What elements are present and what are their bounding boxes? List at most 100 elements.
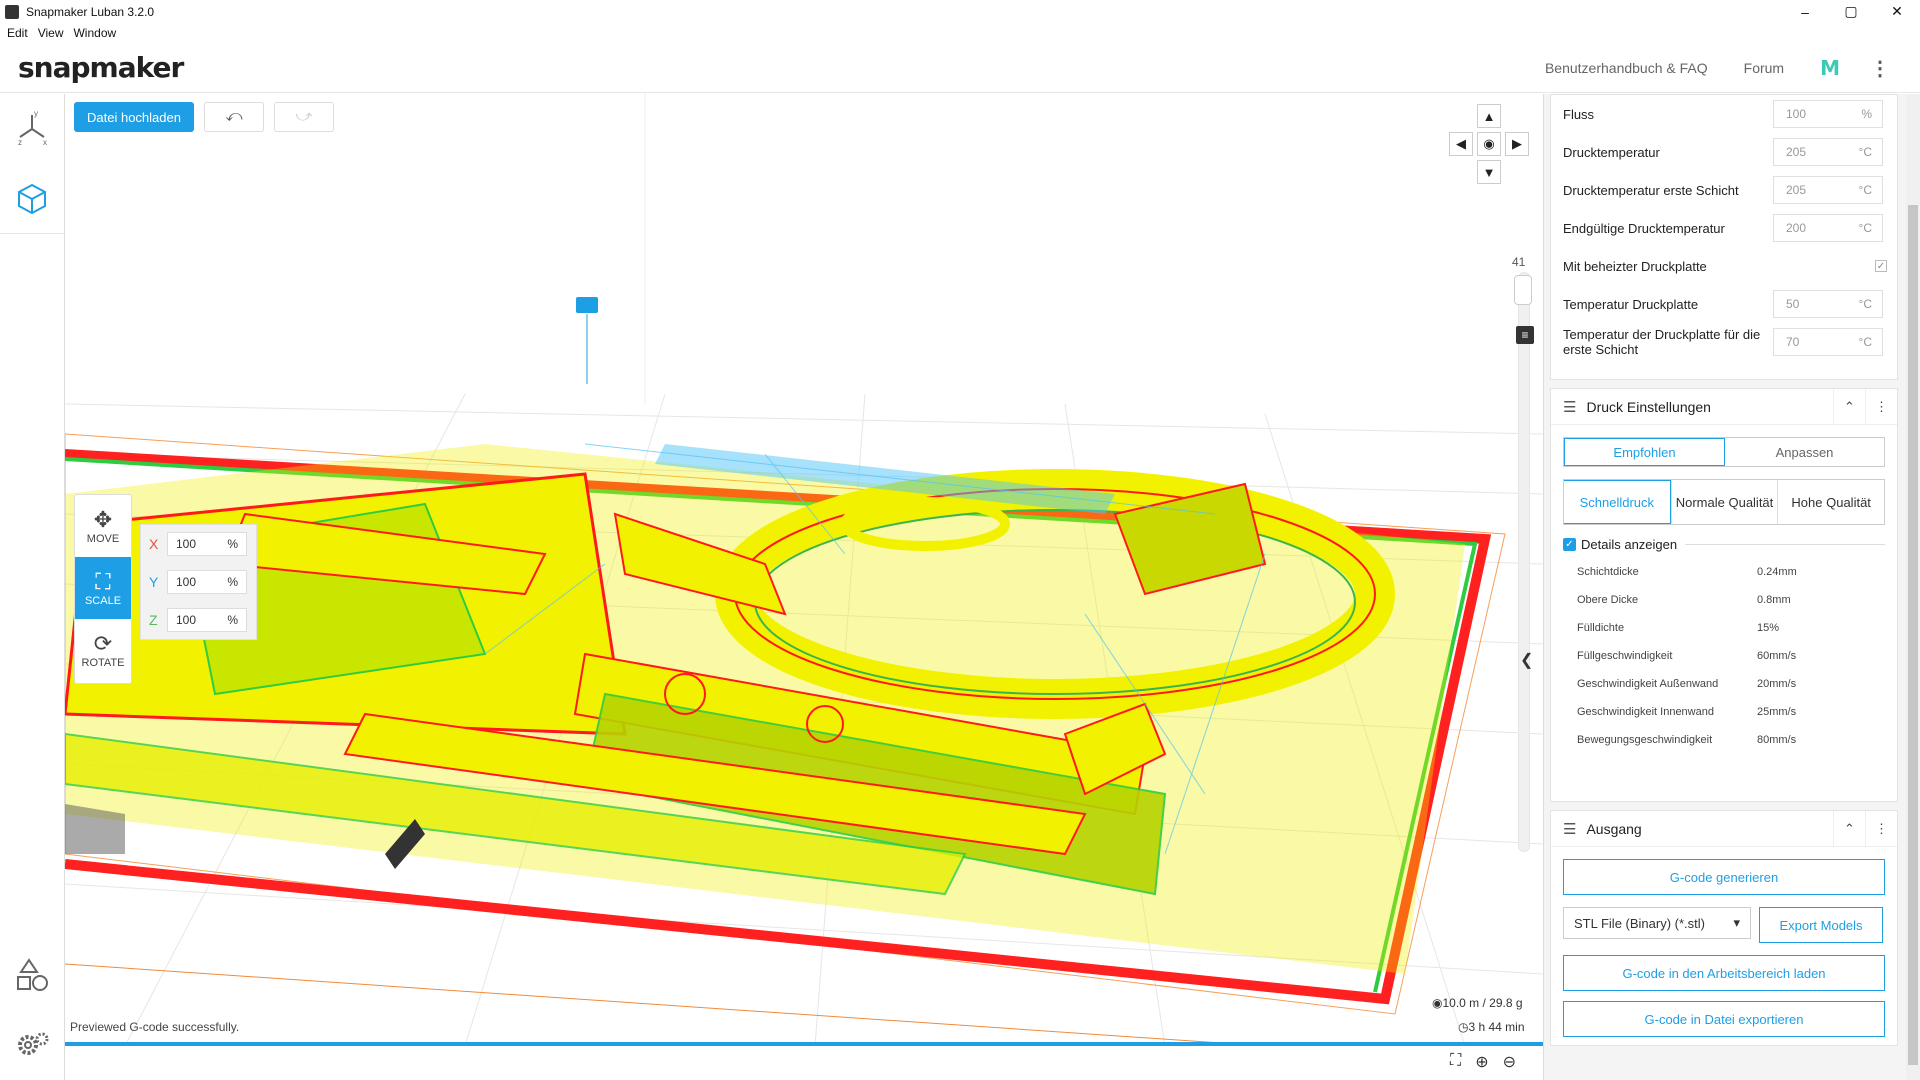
first-layer-temp-input[interactable]: 205 °C [1773, 176, 1883, 204]
export-gcode-file-button[interactable]: G-code in Datei exportieren [1563, 1001, 1885, 1037]
hamburger-icon: ☰ [1563, 820, 1577, 838]
menu-window[interactable]: Window [73, 26, 116, 40]
heated-bed-checkbox[interactable]: ✓ [1875, 260, 1887, 272]
axis-label-x: X [149, 536, 159, 552]
detail-row: Füllgeschwindigkeit 60mm/s [1577, 650, 1797, 662]
camera-up-button[interactable]: ▲ [1477, 104, 1501, 128]
axis-label-z: Z [149, 612, 158, 628]
3d-printing-button[interactable] [0, 164, 64, 234]
camera-reset-button[interactable]: ◉ [1477, 132, 1501, 156]
scale-tool[interactable]: ⛶ SCALE [75, 557, 131, 619]
cube-icon [18, 183, 46, 214]
tab-fast-print[interactable]: Schnelldruck [1564, 480, 1671, 524]
first-layer-bed-temp-input[interactable]: 70 °C [1773, 328, 1883, 356]
manual-link[interactable]: Benutzerhandbuch & FAQ [1545, 60, 1708, 76]
collapse-panel-icon[interactable]: ❮ [1520, 650, 1533, 670]
scale-x-input[interactable]: 100% [167, 532, 247, 556]
menu-bar: Edit View Window [0, 23, 1920, 43]
export-models-button[interactable]: Export Models [1759, 907, 1883, 943]
axis-label-y: Y [149, 574, 159, 590]
tab-recommended[interactable]: Empfohlen [1564, 438, 1725, 466]
tab-custom[interactable]: Anpassen [1725, 438, 1884, 466]
print-temp-input[interactable]: 205 °C [1773, 138, 1883, 166]
undo-button[interactable]: ⤺ [204, 102, 264, 132]
load-gcode-workspace-button[interactable]: G-code in den Arbeitsbereich laden [1563, 955, 1885, 991]
layer-count: 41 [1512, 255, 1526, 269]
detail-row: Bewegungsgeschwindigkeit 80mm/s [1577, 734, 1797, 746]
zoom-controls: ⛶ ⊕ ⊖ [1450, 1052, 1516, 1072]
app-header: snapmaker Benutzerhandbuch & FAQ Forum M… [0, 43, 1920, 93]
scrollbar-thumb[interactable] [1908, 205, 1918, 1065]
output-card: ☰ Ausgang ⌃ ⋮ G-code generieren STL File… [1550, 810, 1898, 1046]
bed-temp-input[interactable]: 50 °C [1773, 290, 1883, 318]
print-settings-header[interactable]: ☰ Druck Einstellungen ⌃ ⋮ [1551, 389, 1897, 425]
camera-right-button[interactable]: ▶ [1505, 132, 1529, 156]
setting-row-heated-bed: Mit beheizter Druckplatte ✓ [1563, 258, 1887, 274]
tab-normal-quality[interactable]: Normale Qualität [1670, 480, 1778, 524]
menu-view[interactable]: View [38, 26, 64, 40]
fit-view-icon[interactable]: ⛶ [1450, 1052, 1461, 1072]
axes-icon: z x y [18, 109, 47, 147]
maximize-button[interactable]: ▢ [1828, 0, 1874, 23]
scale-z-input[interactable]: 100% [167, 608, 247, 632]
detail-row: Geschwindigkeit Innenwand 25mm/s [1577, 706, 1797, 718]
settings-button[interactable] [0, 1010, 64, 1080]
hamburger-icon: ☰ [1563, 398, 1577, 416]
export-format-select[interactable]: STL File (Binary) (*.stl) ▾ [1563, 907, 1751, 939]
layer-slider-track[interactable] [1518, 272, 1530, 852]
scale-tool-label: SCALE [84, 595, 122, 607]
gear-icon [18, 1032, 49, 1055]
print-settings-title: Druck Einstellungen [1586, 398, 1711, 415]
redo-icon: ⤻ [295, 108, 313, 125]
snapmaker-logo: snapmaker [18, 51, 184, 84]
window-controls: – ▢ ✕ [1782, 0, 1920, 23]
more-icon[interactable]: ⋮ [1865, 389, 1897, 425]
generate-gcode-button[interactable]: G-code generieren [1563, 859, 1885, 895]
more-menu-icon[interactable]: ⋮ [1870, 56, 1890, 81]
rotate-icon: ⟳ [93, 631, 113, 656]
material-settings-card: Fluss 100% Drucktemperatur 205 °C Druckte… [1550, 94, 1898, 380]
rotate-tool[interactable]: ⟳ ROTATE [75, 619, 131, 681]
3d-viewport[interactable] [65, 94, 1543, 1046]
show-details-toggle[interactable]: ✓ Details anzeigen [1563, 537, 1885, 552]
collapse-icon[interactable]: ⌃ [1833, 811, 1865, 847]
quality-tabs: Schnelldruck Normale Qualität Hohe Quali… [1563, 479, 1885, 525]
models-library-button[interactable] [0, 940, 64, 1010]
transform-toolbar: ✥ MOVE ⛶ SCALE ⟳ ROTATE [74, 494, 132, 684]
zoom-in-icon[interactable]: ⊕ [1475, 1052, 1488, 1072]
collapse-icon[interactable]: ⌃ [1833, 389, 1865, 425]
print-settings-card: ☰ Druck Einstellungen ⌃ ⋮ Empfohlen Anpa… [1550, 388, 1898, 802]
close-button[interactable]: ✕ [1874, 0, 1920, 23]
flow-input[interactable]: 100% [1773, 100, 1883, 128]
camera-down-button[interactable]: ▼ [1477, 160, 1501, 184]
setting-row-first-layer-temp: Drucktemperatur erste Schicht 205 °C [1551, 171, 1897, 209]
window-title: Snapmaker Luban 3.2.0 [26, 4, 155, 19]
move-icon: ✥ [93, 507, 113, 532]
final-temp-input[interactable]: 200 °C [1773, 214, 1883, 242]
m-icon[interactable]: M [1820, 56, 1840, 80]
minimize-button[interactable]: – [1782, 0, 1828, 23]
more-icon[interactable]: ⋮ [1865, 811, 1897, 847]
scale-y-input[interactable]: 100% [167, 570, 247, 594]
forum-link[interactable]: Forum [1744, 60, 1784, 76]
tab-high-quality[interactable]: Hohe Qualität [1777, 480, 1884, 524]
menu-edit[interactable]: Edit [7, 26, 28, 40]
upload-file-button[interactable]: Datei hochladen [74, 102, 194, 132]
layer-slider-handle[interactable] [1514, 275, 1532, 305]
output-header[interactable]: ☰ Ausgang ⌃ ⋮ [1551, 811, 1897, 847]
setting-row-bed-temp: Temperatur Druckplatte 50 °C [1551, 285, 1897, 323]
camera-left-button[interactable]: ◀ [1449, 132, 1473, 156]
workspace-axes-button[interactable]: z x y [0, 94, 64, 164]
layer-menu-icon[interactable]: ≡ [1516, 326, 1534, 344]
scale-icon: ⛶ [95, 569, 111, 594]
redo-button[interactable]: ⤻ [274, 102, 334, 132]
detail-row: Geschwindigkeit Außenwand 20mm/s [1577, 678, 1797, 690]
detail-row: Fülldichte 15% [1577, 622, 1780, 634]
print-preview-canvas[interactable] [65, 94, 1543, 1046]
zoom-out-icon[interactable]: ⊖ [1503, 1052, 1516, 1072]
output-title: Ausgang [1586, 820, 1642, 837]
move-tool[interactable]: ✥ MOVE [75, 495, 131, 557]
chevron-down-icon: ▾ [1733, 915, 1740, 930]
detail-row: Schichtdicke 0.24mm [1577, 566, 1797, 578]
svg-text:x: x [43, 138, 47, 147]
